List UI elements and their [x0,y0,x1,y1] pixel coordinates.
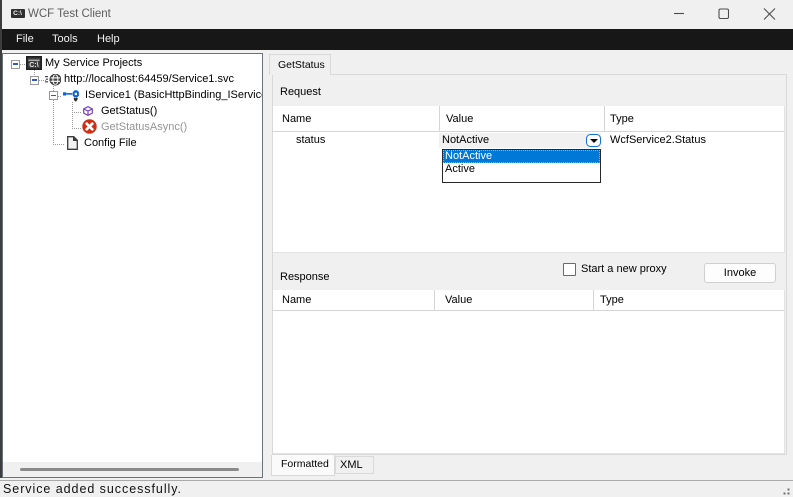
svg-text:C:\: C:\ [29,62,38,69]
